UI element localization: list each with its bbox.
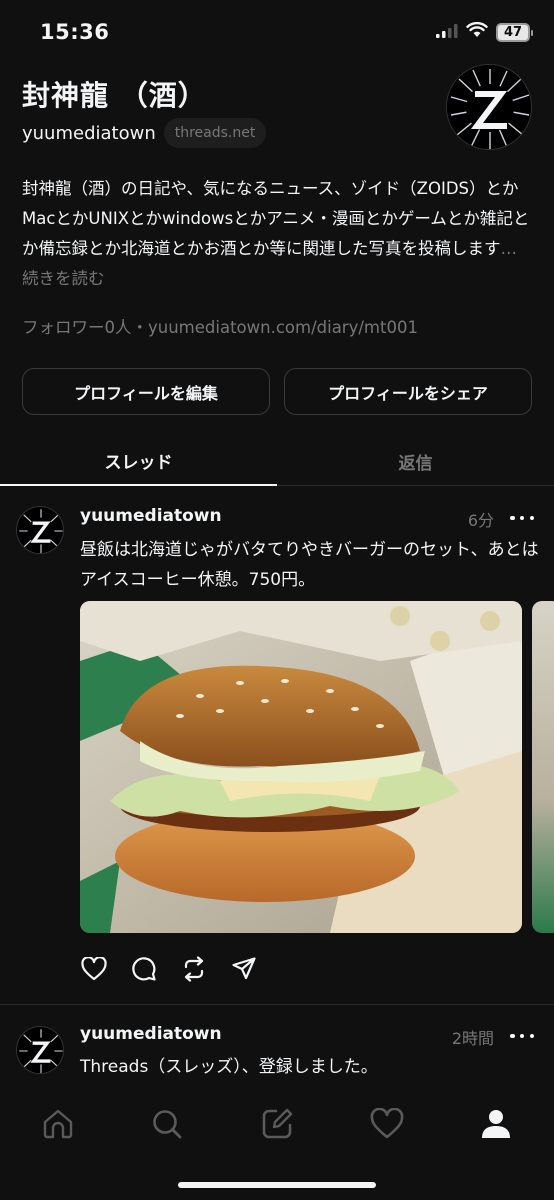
tab-replies[interactable]: 返信 (277, 436, 554, 486)
comment-icon[interactable] (130, 955, 158, 983)
status-bar: 15:36 47 (0, 0, 554, 66)
home-icon[interactable] (38, 1104, 78, 1144)
followers-line[interactable]: フォロワー0人・yuumediatown.com/diary/mt001 (22, 314, 418, 338)
post-photo[interactable] (80, 601, 522, 933)
compose-icon[interactable] (257, 1104, 297, 1144)
post-text: Threads（スレッズ）、登録しました。 (80, 1057, 378, 1077)
post-username[interactable]: yuumediatown (80, 506, 222, 526)
post-time: 2時間 (451, 1029, 494, 1048)
thread-post: yuumediatown 6分 昼飯は北海道じゃがバタてりやきバーガーのセット、… (0, 500, 554, 1005)
status-icons: 47 (436, 21, 533, 42)
profile-name: 封神龍 （酒） (22, 79, 207, 112)
post-time: 6分 (467, 511, 494, 530)
post-avatar[interactable] (16, 1026, 64, 1074)
more-options-icon[interactable] (510, 1026, 534, 1046)
search-icon[interactable] (147, 1104, 187, 1144)
share-profile-button[interactable]: プロフィールをシェア (284, 368, 532, 415)
wifi-icon (466, 21, 488, 42)
post-username[interactable]: yuumediatown (80, 1024, 222, 1044)
post-text: 昼飯は北海道じゃがバタてりやきバーガーのセット、あとはアイスコーヒー休憩。750… (80, 540, 539, 590)
tab-threads[interactable]: スレッド (0, 436, 277, 486)
bottom-nav (0, 1098, 554, 1200)
profile-handle: yuumediatown (22, 122, 156, 144)
edit-profile-button[interactable]: プロフィールを編集 (22, 368, 270, 415)
profile-avatar[interactable] (446, 64, 532, 150)
battery-level: 47 (503, 24, 523, 40)
heart-icon[interactable] (80, 955, 108, 983)
status-time: 15:36 (40, 20, 110, 44)
profile-icon[interactable] (476, 1104, 516, 1144)
handle-row: yuumediatown threads.net (22, 118, 267, 148)
profile-bio: 封神龍（酒）の日記や、気になるニュース、ゾイド（ZOIDS）とかMacとかUNI… (22, 174, 532, 294)
signal-icon (436, 23, 458, 42)
share-icon[interactable] (230, 955, 258, 983)
repost-icon[interactable] (180, 955, 208, 983)
bio-text: 封神龍（酒）の日記や、気になるニュース、ゾイド（ZOIDS）とかMacとかUNI… (22, 179, 530, 258)
more-options-icon[interactable] (510, 508, 534, 528)
post-photo-next[interactable] (532, 601, 554, 933)
home-indicator (178, 1182, 376, 1188)
activity-icon[interactable] (367, 1104, 407, 1144)
profile-tabs: スレッド 返信 (0, 436, 554, 486)
domain-badge[interactable]: threads.net (163, 118, 267, 148)
post-actions (80, 955, 258, 983)
post-avatar[interactable] (16, 506, 64, 554)
battery-icon: 47 (496, 22, 533, 42)
thread-post: yuumediatown 2時間 Threads（スレッズ）、登録しました。 (0, 1018, 554, 1098)
